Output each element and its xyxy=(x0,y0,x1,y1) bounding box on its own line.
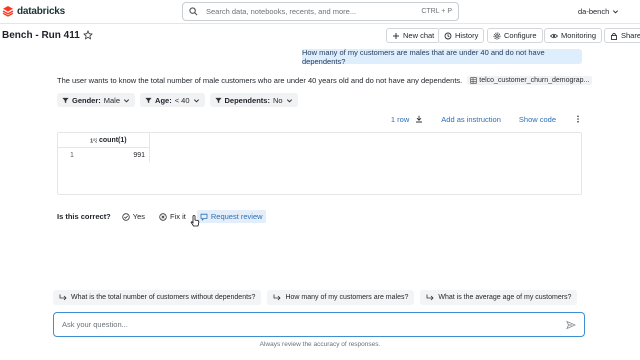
column-header[interactable]: 1²3 count(1) xyxy=(86,133,150,148)
filter-value: < 40 xyxy=(174,95,190,105)
table-reference-label: telco_customer_churn_demograp... xyxy=(479,77,590,84)
lock-icon xyxy=(611,32,617,40)
share-label: Share xyxy=(621,31,640,40)
filter-key: Age: xyxy=(155,95,172,105)
send-icon[interactable] xyxy=(566,320,576,330)
filter-icon xyxy=(62,97,69,103)
filter-chip-dependents[interactable]: Dependents: No xyxy=(209,93,298,107)
feedback-row: Is this correct? Yes Fix it Request revi… xyxy=(57,210,266,223)
check-circle-icon xyxy=(122,212,130,221)
page-title: Bench - Run 411 xyxy=(2,30,80,41)
svg-text:1²3: 1²3 xyxy=(90,137,97,143)
workspace-name: da-bench xyxy=(578,7,610,16)
new-chat-button[interactable]: New chat xyxy=(386,28,441,43)
configure-button[interactable]: Configure xyxy=(487,28,543,43)
show-code-link[interactable]: Show code xyxy=(519,115,556,124)
row-count-label: 1 row xyxy=(390,114,410,124)
filter-key: Dependents: xyxy=(224,95,270,105)
space-header: Bench - Run 411 New chat History Configu… xyxy=(0,28,640,46)
filter-icon xyxy=(145,97,152,103)
databricks-logo[interactable]: databricks xyxy=(2,5,65,17)
new-chat-label: New chat xyxy=(403,31,435,40)
history-icon xyxy=(444,32,452,39)
arrow-return-icon xyxy=(59,294,67,301)
download-icon[interactable] xyxy=(415,115,423,123)
workspace-selector[interactable]: da-bench xyxy=(578,7,619,16)
history-button[interactable]: History xyxy=(438,28,485,43)
add-as-instruction-link[interactable]: Add as instruction xyxy=(441,115,501,124)
row-number-header xyxy=(58,133,86,148)
table-icon xyxy=(470,77,477,84)
column-header-label: count(1) xyxy=(99,136,127,144)
suggestion-chip[interactable]: How many of my customers are males? xyxy=(267,290,415,305)
row-number: 1 xyxy=(70,151,74,159)
suggestion-label: How many of my customers are males? xyxy=(285,294,409,301)
result-toolbar: 1 row Add as instruction Show code xyxy=(391,111,582,127)
history-label: History xyxy=(455,31,479,40)
brand-name: databricks xyxy=(17,5,66,17)
disclaimer-text: Always review the accuracy of responses. xyxy=(259,341,381,348)
databricks-logo-icon xyxy=(2,6,14,17)
configure-label: Configure xyxy=(504,31,537,40)
suggested-questions: What is the total number of customers wi… xyxy=(53,290,578,305)
suggestion-label: What is the total number of customers wi… xyxy=(71,294,256,301)
query-result-card: 1 row Add as instruction Show code 1²3 c… xyxy=(57,111,582,195)
table-reference-chip[interactable]: telco_customer_churn_demograp... xyxy=(467,76,593,85)
search-icon xyxy=(189,7,198,16)
arrow-return-icon xyxy=(274,294,282,301)
feedback-question: Is this correct? xyxy=(57,212,111,221)
star-icon[interactable] xyxy=(83,30,93,40)
user-question-bubble: How many of my customers are males that … xyxy=(302,48,582,66)
numeric-type-icon: 1²3 xyxy=(90,137,97,143)
filter-chips: Gender: Male Age: < 40 Dependents: No xyxy=(57,93,298,107)
request-review-button[interactable]: Request review xyxy=(196,210,266,223)
arrow-return-icon xyxy=(426,294,434,301)
filter-chip-age[interactable]: Age: < 40 xyxy=(140,93,205,107)
filter-value: Male xyxy=(103,95,121,105)
question-input[interactable]: Ask your question... xyxy=(53,312,585,337)
row-count: 1 row xyxy=(391,115,423,124)
suggestion-chip[interactable]: What is the average age of my customers? xyxy=(420,290,578,305)
yes-button[interactable]: Yes xyxy=(119,210,148,223)
more-vertical-icon[interactable] xyxy=(574,115,582,123)
search-placeholder: Search data, notebooks, recents, and mor… xyxy=(206,7,357,16)
fix-it-button[interactable]: Fix it xyxy=(156,210,189,223)
global-search-input[interactable]: Search data, notebooks, recents, and mor… xyxy=(182,2,459,21)
yes-label: Yes xyxy=(132,212,146,221)
chevron-down-icon xyxy=(124,98,130,102)
table-cell[interactable]: 991 xyxy=(86,148,150,162)
chevron-down-icon xyxy=(286,98,292,102)
filter-key: Gender: xyxy=(72,95,101,105)
review-icon xyxy=(200,213,208,221)
question-input-placeholder: Ask your question... xyxy=(62,320,128,329)
filter-icon xyxy=(214,97,222,103)
suggestion-chip[interactable]: What is the total number of customers wi… xyxy=(53,290,262,305)
monitoring-button[interactable]: Monitoring xyxy=(544,28,603,43)
assistant-answer: The user wants to know the total number … xyxy=(57,76,593,85)
top-bar: databricks Search data, notebooks, recen… xyxy=(0,0,640,24)
monitoring-label: Monitoring xyxy=(561,31,597,40)
filter-chip-gender[interactable]: Gender: Male xyxy=(57,93,136,107)
result-table: 1²3 count(1) 1 991 xyxy=(57,132,582,195)
filter-value: No xyxy=(272,95,283,105)
close-circle-icon xyxy=(159,212,167,221)
chevron-down-icon xyxy=(193,98,199,102)
answer-text: The user wants to know the total number … xyxy=(57,76,463,85)
search-shortcut: CTRL + P xyxy=(421,8,452,15)
chevron-down-icon xyxy=(613,10,619,14)
eye-icon xyxy=(550,33,558,38)
gear-icon xyxy=(493,32,501,39)
suggestion-label: What is the average age of my customers? xyxy=(438,294,572,301)
request-review-label: Request review xyxy=(210,212,263,221)
share-button[interactable]: Share xyxy=(604,28,640,43)
plus-icon xyxy=(393,32,399,39)
fix-it-label: Fix it xyxy=(170,212,186,221)
hand-cursor-icon xyxy=(190,215,200,227)
